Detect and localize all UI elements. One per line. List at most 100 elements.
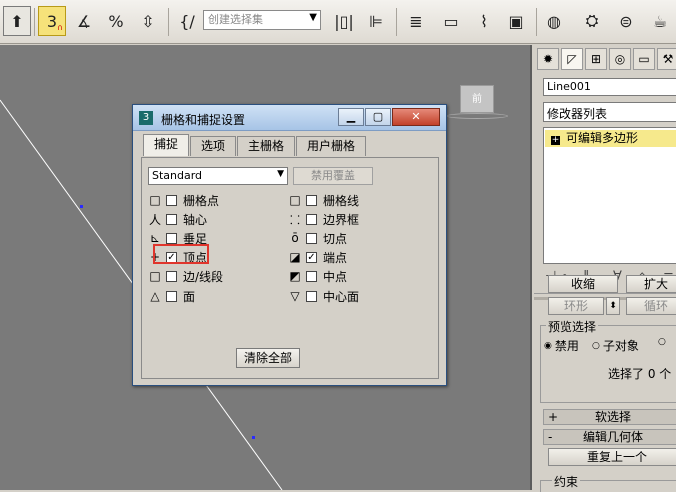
endpoint-checkbox[interactable]: ✓ <box>306 251 317 263</box>
loop-button[interactable]: 循环 <box>626 297 676 315</box>
preview-selection-label: 预览选择 <box>546 318 599 335</box>
minimize-icon[interactable]: ▁ <box>338 108 364 126</box>
pivot-checkbox[interactable] <box>166 213 177 225</box>
selected-count-text: 选择了 0 个 <box>608 367 672 381</box>
snap-3d-icon[interactable]: 3 ∩ <box>38 6 66 36</box>
teapot-icon[interactable]: ☕ <box>646 6 674 36</box>
edit-geometry-label: 编辑几何体 <box>582 430 643 444</box>
grid-point-checkbox[interactable] <box>166 194 177 206</box>
preview-subobject-label: 子对象 <box>602 339 639 353</box>
material-editor-icon[interactable]: ◍ <box>540 6 568 36</box>
snap-endpoint[interactable]: ◪ ✓ 端点 <box>288 249 347 265</box>
preview-subobject-radio[interactable]: ○ 子对象 <box>592 337 639 354</box>
curve-editor-icon[interactable]: ⌇ <box>470 6 498 36</box>
pivot-label: 轴心 <box>183 212 208 227</box>
modifier-list-dropdown[interactable]: 修改器列表 <box>543 102 676 122</box>
create-tab-icon[interactable]: ✹ <box>537 48 559 70</box>
display-tab-icon[interactable]: ▭ <box>633 48 655 70</box>
motion-tab-icon[interactable]: ◎ <box>609 48 631 70</box>
modifier-stack[interactable]: + 可编辑多边形 <box>543 127 676 264</box>
snap-face[interactable]: △ 面 <box>148 288 195 304</box>
spinner-snap-icon[interactable]: ⇳ <box>134 6 162 36</box>
maximize-icon[interactable]: ▢ <box>365 108 391 126</box>
center-face-icon: ▽ <box>290 289 300 303</box>
selection-set-dropdown[interactable]: 创建选择集 ▼ <box>203 10 321 30</box>
repeat-last-button[interactable]: 重复上一个 <box>548 448 676 466</box>
bounding-box-checkbox[interactable] <box>306 213 317 225</box>
snap-preset-dropdown[interactable]: Standard ▼ <box>148 167 288 185</box>
edit-named-sel-icon[interactable]: {/ <box>173 6 201 36</box>
edge-checkbox[interactable] <box>166 270 177 282</box>
preview-off-label: 禁用 <box>554 339 579 353</box>
layer-icon[interactable]: ≣ <box>402 6 430 36</box>
grid-line-label: 栅格线 <box>323 193 360 208</box>
perpendicular-icon: ⊾ <box>149 231 161 245</box>
center-face-checkbox[interactable] <box>306 290 317 302</box>
vertex-highlight-box <box>153 244 209 264</box>
viewcube-ring[interactable] <box>446 113 508 119</box>
ring-button[interactable]: 环形 <box>548 297 604 315</box>
main-toolbar: ⬆ 3 ∩ ∡ % ⇳ {/ 创建选择集 ▼ |▯| ⊫ ≣ ▭ ⌇ ▣ ◍ ⛭ … <box>0 0 676 44</box>
stack-item-editable-poly[interactable]: + 可编辑多边形 <box>545 130 676 147</box>
snap-center-face[interactable]: ▽ 中心面 <box>288 288 359 304</box>
stack-item-label: 可编辑多边形 <box>566 131 639 145</box>
percent-snap-icon[interactable]: % <box>102 6 130 36</box>
snap-pivot[interactable]: 人 轴心 <box>148 211 207 227</box>
snap-tangent[interactable]: ō 切点 <box>288 230 347 246</box>
bounding-box-icon: ⸬ <box>290 212 300 227</box>
grid-point-label: 栅格点 <box>183 193 220 208</box>
snap-grid-line[interactable]: □ 栅格线 <box>288 192 359 208</box>
schematic-icon[interactable]: ▣ <box>502 6 530 36</box>
shrink-button[interactable]: 收缩 <box>548 275 618 293</box>
edit-geometry-rollout[interactable]: - 编辑几何体 <box>543 429 676 445</box>
clear-all-button[interactable]: 清除全部 <box>236 348 300 368</box>
snap-bounding-box[interactable]: ⸬ 边界框 <box>288 211 359 227</box>
perpendicular-checkbox[interactable] <box>166 232 177 244</box>
grid-line-icon: □ <box>289 193 301 207</box>
dialog-title-bar[interactable]: 3 栅格和捕捉设置 ▁ ▢ ✕ <box>133 105 446 131</box>
tab-user-grid[interactable]: 用户栅格 <box>296 136 367 156</box>
command-panel: ✹ ◸ ⊞ ◎ ▭ ⚒ Line001 修改器列表 +可编辑多边形 ⊣⊸ ‖ ∀… <box>534 45 676 492</box>
hierarchy-tab-icon[interactable]: ⊞ <box>585 48 607 70</box>
face-checkbox[interactable] <box>166 290 177 302</box>
close-icon[interactable]: ✕ <box>392 108 440 126</box>
tab-snaps[interactable]: 捕捉 <box>143 134 190 156</box>
dialog-tabs: 捕捉 选项 主栅格 用户栅格 <box>143 134 367 156</box>
override-off-button[interactable]: 禁用覆盖 <box>293 167 373 185</box>
undo-icon[interactable]: ⬆ <box>3 6 31 36</box>
modify-tab-icon[interactable]: ◸ <box>561 48 583 70</box>
tab-home-grid[interactable]: 主栅格 <box>237 136 296 156</box>
snap-midpoint[interactable]: ◩ 中点 <box>288 268 347 284</box>
graphite-icon[interactable]: ▭ <box>437 6 465 36</box>
constraints-label: 约束 <box>552 473 581 490</box>
viewcube[interactable]: 前 <box>460 85 494 113</box>
pivot-icon: 人 <box>148 212 161 227</box>
soft-selection-rollout[interactable]: + 软选择 <box>543 409 676 425</box>
grow-button[interactable]: 扩大 <box>626 275 676 293</box>
object-name-field[interactable]: Line001 <box>543 78 676 96</box>
selection-set-placeholder: 创建选择集 <box>208 13 263 26</box>
render-icon[interactable]: ⊜ <box>612 6 640 36</box>
render-setup-icon[interactable]: ⛭ <box>578 6 606 36</box>
mirror-icon[interactable]: |▯| <box>330 6 358 36</box>
tangent-checkbox[interactable] <box>306 232 317 244</box>
snap-grid-point[interactable]: □ 栅格点 <box>148 192 219 208</box>
snap-edge[interactable]: □ 边/线段 <box>148 268 223 284</box>
radio-off-icon[interactable]: ○ <box>658 337 666 347</box>
chevron-down-icon: ▼ <box>309 12 317 23</box>
midpoint-icon: ◩ <box>289 269 301 283</box>
ring-spinner[interactable]: ⬍ <box>606 297 620 315</box>
expand-icon[interactable]: + <box>551 136 560 145</box>
angle-snap-icon[interactable]: ∡ <box>70 6 98 36</box>
tab-options[interactable]: 选项 <box>190 136 237 156</box>
grid-line-checkbox[interactable] <box>306 194 317 206</box>
midpoint-checkbox[interactable] <box>306 270 317 282</box>
soft-selection-label: 软选择 <box>594 410 631 424</box>
viewcube-label: 前 <box>472 94 482 105</box>
preview-off-radio[interactable]: ◉ 禁用 <box>544 337 579 354</box>
expand-icon: + <box>548 410 559 424</box>
edge-icon: □ <box>149 269 161 283</box>
utilities-tab-icon[interactable]: ⚒ <box>657 48 676 70</box>
align-icon[interactable]: ⊫ <box>362 6 390 36</box>
bounding-box-label: 边界框 <box>323 212 360 227</box>
